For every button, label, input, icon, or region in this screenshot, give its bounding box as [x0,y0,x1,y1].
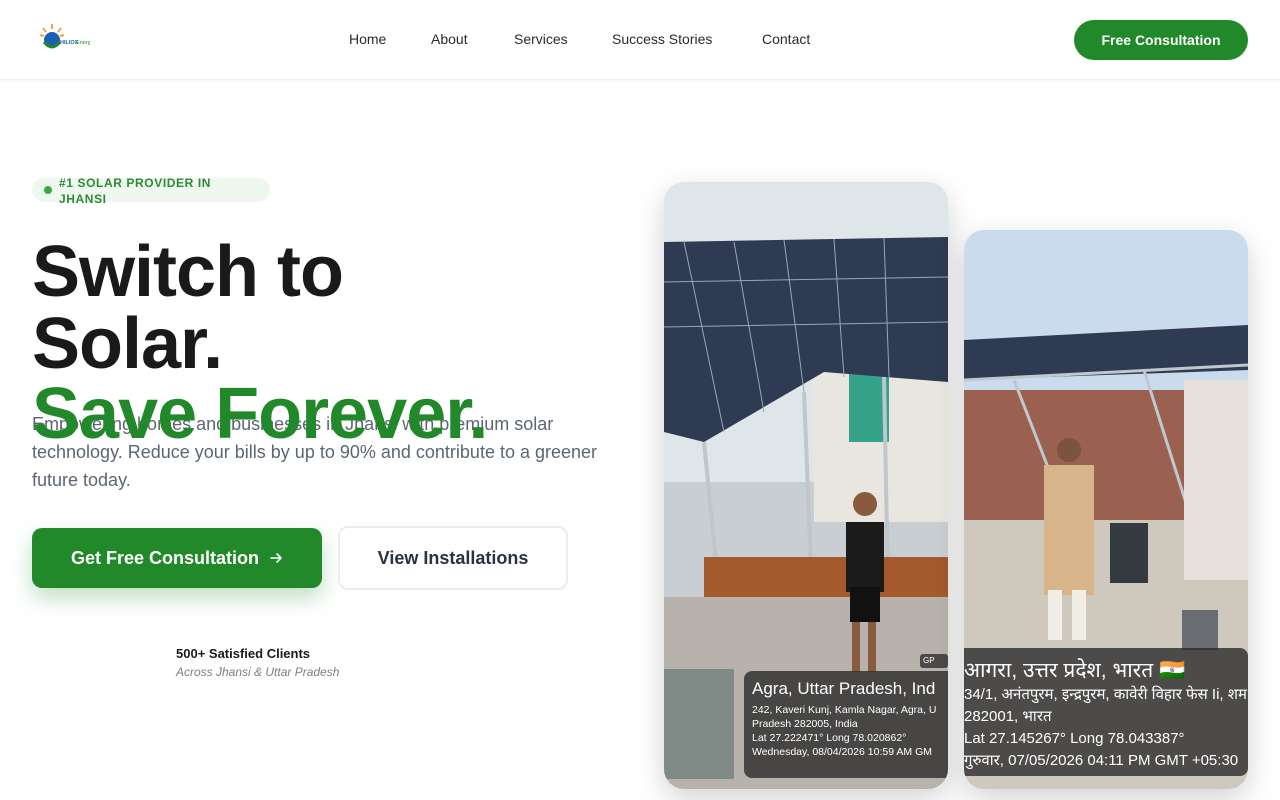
geo-timestamp: गुरुवार, 07/05/2026 04:11 PM GMT +05:30 [964,752,1239,769]
geo-timestamp: Wednesday, 08/04/2026 10:59 AM GM [752,746,932,758]
geo-stamp-1: Agra, Uttar Pradesh, Ind 242, Kaveri Kun… [744,671,948,778]
hero-headline-line3: Save Forever. [32,374,488,454]
site-header: HILIOX Energy Home About Services Succes… [0,0,1280,80]
company-logo[interactable]: HILIOX Energy [38,22,90,56]
clients-subtitle: Across Jhansi & Uttar Pradesh [176,665,340,679]
geo-address-line1: 34/1, अनंतपुरम, इन्द्रपुरम, कावेरी विहार… [964,686,1247,703]
geo-coordinates: Lat 27.145267° Long 78.043387° [964,730,1185,747]
hero-badge: #1 SOLAR PROVIDER IN JHANSI [32,176,270,206]
arrow-right-icon [270,553,282,563]
geo-stamp-2: आगरा, उत्तर प्रदेश, भारत 🇮🇳 34/1, अनंतपु… [964,648,1248,776]
map-thumbnail [664,669,734,779]
geo-location-title: Agra, Uttar Pradesh, Ind [752,679,936,698]
geo-address-line2: Pradesh 282005, India [752,718,858,730]
get-free-consultation-button[interactable]: Get Free Consultation [32,528,322,588]
nav-home[interactable]: Home [349,31,386,47]
nav-contact[interactable]: Contact [762,31,810,47]
installation-photo-1[interactable]: GP Agra, Uttar Pradesh, Ind 242, Kaveri … [664,182,948,789]
svg-text:Energy: Energy [76,40,90,46]
geo-address-line2: 282001, भारत [964,708,1052,725]
installation-photo-2[interactable]: आगरा, उत्तर प्रदेश, भारत 🇮🇳 34/1, अनंतपु… [964,230,1248,789]
geo-location-title: आगरा, उत्तर प्रदेश, भारत 🇮🇳 [964,659,1186,682]
hero-headline-line2: Solar. [32,304,223,384]
get-free-consultation-label: Get Free Consultation [70,547,259,568]
geo-coordinates: Lat 27.222471° Long 78.020862° [752,732,907,744]
nav-about[interactable]: About [431,31,468,47]
free-consultation-button[interactable]: Free Consultation [1074,20,1248,60]
badge-dot-icon [44,186,52,194]
hero-headline-line1: Switch to [32,232,344,312]
geo-address-line1: 242, Kaveri Kunj, Kamla Nagar, Agra, U [752,704,937,716]
nav-services[interactable]: Services [514,31,568,47]
view-installations-button[interactable]: View Installations [338,526,568,590]
nav-success-stories[interactable]: Success Stories [612,31,712,47]
clients-count: 500+ Satisfied Clients [176,646,311,661]
badge-label: #1 SOLAR PROVIDER IN JHANSI [59,176,212,206]
gps-camera-tag: GP [920,654,948,668]
